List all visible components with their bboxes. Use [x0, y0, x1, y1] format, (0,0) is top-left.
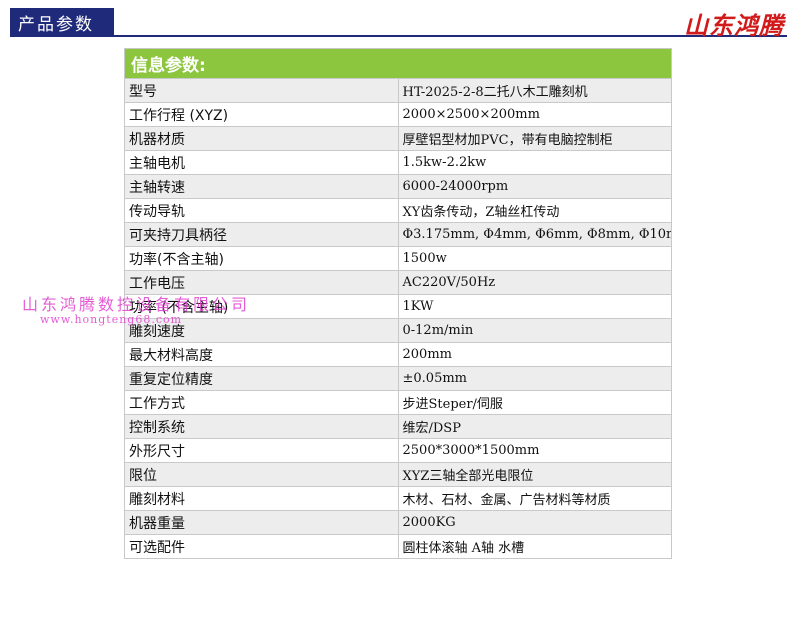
table-row: 工作方式 步进Steper/伺服 — [124, 390, 672, 415]
param-label: 机器重量 — [124, 510, 399, 535]
param-label: 机器材质 — [124, 126, 399, 151]
table-title-row: 信息参数: — [124, 48, 672, 79]
table-row: 型号 HT-2025-2-8二托八木工雕刻机 — [124, 78, 672, 103]
param-value: 圆柱体滚轴 A轴 水槽 — [397, 534, 672, 559]
param-label: 主轴电机 — [124, 150, 399, 175]
param-label: 重复定位精度 — [124, 366, 399, 391]
param-label: 可夹持刀具柄径 — [124, 222, 399, 247]
param-value: 木材、石材、金属、广告材料等材质 — [397, 486, 672, 511]
param-label: 可选配件 — [124, 534, 399, 559]
param-value: HT-2025-2-8二托八木工雕刻机 — [397, 78, 672, 103]
param-label: 工作方式 — [124, 390, 399, 415]
table-row: 机器材质 厚壁铝型材加PVC，带有电脑控制柜 — [124, 126, 672, 151]
table-title: 信息参数: — [124, 48, 672, 79]
param-value: Φ3.175mm, Φ4mm, Φ6mm, Φ8mm, Φ10mm, Φ12.7… — [397, 222, 672, 247]
table-row: 主轴电机 1.5kw-2.2kw — [124, 150, 672, 175]
table-row: 功率(不含主轴) 1500w — [124, 246, 672, 271]
watermark-company: 山东鸿腾数控设备有限公司 — [22, 295, 251, 314]
param-value: XYZ三轴全部光电限位 — [397, 462, 672, 487]
table-row: 限位 XYZ三轴全部光电限位 — [124, 462, 672, 487]
param-value: 1KW — [397, 294, 672, 319]
table-row: 工作行程 (XYZ) 2000×2500×200mm — [124, 102, 672, 127]
param-label: 主轴转速 — [124, 174, 399, 199]
param-value: 2000×2500×200mm — [397, 102, 672, 127]
param-value: 厚壁铝型材加PVC，带有电脑控制柜 — [397, 126, 672, 151]
param-label: 雕刻材料 — [124, 486, 399, 511]
param-value: 6000-24000rpm — [397, 174, 672, 199]
param-label: 外形尺寸 — [124, 438, 399, 463]
param-value: ±0.05mm — [397, 366, 672, 391]
param-value: 维宏/DSP — [397, 414, 672, 439]
table-row: 重复定位精度 ±0.05mm — [124, 366, 672, 391]
param-value: AC220V/50Hz — [397, 270, 672, 295]
param-label: 控制系统 — [124, 414, 399, 439]
param-value: 1500w — [397, 246, 672, 271]
param-label: 工作行程 (XYZ) — [124, 102, 399, 127]
param-value: 2000KG — [397, 510, 672, 535]
param-value: 步进Steper/伺服 — [397, 390, 672, 415]
table-row: 主轴转速 6000-24000rpm — [124, 174, 672, 199]
param-value: 2500*3000*1500mm — [397, 438, 672, 463]
param-value: 0-12m/min — [397, 318, 672, 343]
table-row: 雕刻速度 0-12m/min — [124, 318, 672, 343]
param-label: 限位 — [124, 462, 399, 487]
param-label: 传动导轨 — [124, 198, 399, 223]
brand-logo: 山东鸿腾 — [684, 11, 784, 40]
page-section-tab: 产品参数 — [10, 8, 114, 36]
table-row: 机器重量 2000KG — [124, 510, 672, 535]
param-value: 200mm — [397, 342, 672, 367]
param-label: 型号 — [124, 78, 399, 103]
watermark-url: www.hongteng68.com — [40, 313, 183, 326]
param-value: 1.5kw-2.2kw — [397, 150, 672, 175]
table-row: 传动导轨 XY齿条传动，Z轴丝杠传动 — [124, 198, 672, 223]
table-row: 雕刻材料 木材、石材、金属、广告材料等材质 — [124, 486, 672, 511]
param-label: 功率(不含主轴) — [124, 246, 399, 271]
table-row: 控制系统 维宏/DSP — [124, 414, 672, 439]
table-row: 可选配件 圆柱体滚轴 A轴 水槽 — [124, 534, 672, 559]
table-row: 外形尺寸 2500*3000*1500mm — [124, 438, 672, 463]
table-row: 可夹持刀具柄径Φ3.175mm, Φ4mm, Φ6mm, Φ8mm, Φ10mm… — [124, 222, 672, 247]
param-value: XY齿条传动，Z轴丝杠传动 — [397, 198, 672, 223]
table-row: 最大材料高度 200mm — [124, 342, 672, 367]
section-title: 产品参数 — [18, 14, 94, 35]
header-divider — [10, 35, 787, 37]
param-label: 最大材料高度 — [124, 342, 399, 367]
